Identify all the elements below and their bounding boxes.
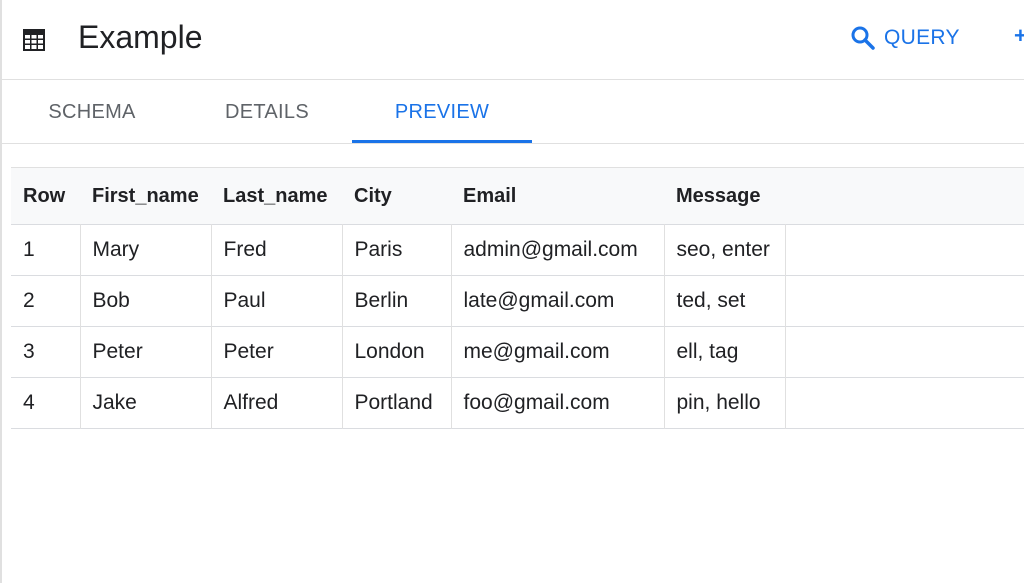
- table-header-row: Row First_name Last_name City Email Mess…: [11, 167, 1024, 225]
- cell-last-name: Paul: [211, 275, 343, 327]
- plus-icon[interactable]: +: [1014, 25, 1024, 47]
- cell-first-name: Jake: [80, 377, 212, 429]
- table-row: 3 Peter Peter London me@gmail.com ell, t…: [11, 326, 1024, 378]
- cell-city: London: [342, 326, 452, 378]
- column-header-last-name: Last_name: [223, 184, 328, 207]
- table-row: 1 Mary Fred Paris admin@gmail.com seo, e…: [11, 224, 1024, 276]
- cell-message: pin, hello: [664, 377, 786, 429]
- app-frame: Example QUERY + SCHEMA DETAILS PREVIEW R…: [0, 0, 1024, 583]
- table-row: 4 Jake Alfred Portland foo@gmail.com pin…: [11, 377, 1024, 429]
- query-button[interactable]: QUERY: [850, 22, 960, 54]
- page-title: Example: [78, 19, 203, 55]
- header-bar: Example QUERY +: [2, 0, 1024, 80]
- preview-table: Row First_name Last_name City Email Mess…: [11, 167, 1024, 429]
- cell-spacer: [785, 225, 1024, 276]
- cell-spacer: [785, 327, 1024, 378]
- cell-city: Berlin: [342, 275, 452, 327]
- cell-email: foo@gmail.com: [451, 377, 665, 429]
- tab-schema[interactable]: SCHEMA: [12, 80, 172, 144]
- cell-row: 3: [11, 326, 81, 378]
- cell-first-name: Mary: [80, 224, 212, 276]
- column-header-row: Row: [23, 184, 66, 207]
- cell-email: late@gmail.com: [451, 275, 665, 327]
- search-icon: [850, 25, 876, 51]
- cell-last-name: Fred: [211, 224, 343, 276]
- column-header-first-name: First_name: [92, 184, 199, 207]
- cell-last-name: Alfred: [211, 377, 343, 429]
- active-tab-indicator: [352, 140, 532, 143]
- column-header-email: Email: [463, 184, 517, 207]
- cell-row: 4: [11, 377, 81, 429]
- tab-preview[interactable]: PREVIEW: [352, 80, 532, 144]
- cell-message: seo, enter: [664, 224, 786, 276]
- query-button-label: QUERY: [884, 26, 960, 49]
- cell-row: 2: [11, 275, 81, 327]
- cell-last-name: Peter: [211, 326, 343, 378]
- cell-message: ell, tag: [664, 326, 786, 378]
- cell-email: admin@gmail.com: [451, 224, 665, 276]
- cell-first-name: Peter: [80, 326, 212, 378]
- column-header-spacer: [785, 168, 1024, 225]
- cell-email: me@gmail.com: [451, 326, 665, 378]
- tab-bar: SCHEMA DETAILS PREVIEW: [2, 80, 1024, 144]
- table-grid-icon: [22, 28, 46, 52]
- cell-spacer: [785, 378, 1024, 429]
- cell-first-name: Bob: [80, 275, 212, 327]
- cell-row: 1: [11, 224, 81, 276]
- tab-details[interactable]: DETAILS: [187, 80, 347, 144]
- cell-spacer: [785, 276, 1024, 327]
- column-header-message: Message: [676, 184, 761, 207]
- column-header-city: City: [354, 184, 392, 207]
- cell-city: Portland: [342, 377, 452, 429]
- cell-city: Paris: [342, 224, 452, 276]
- table-row: 2 Bob Paul Berlin late@gmail.com ted, se…: [11, 275, 1024, 327]
- cell-message: ted, set: [664, 275, 786, 327]
